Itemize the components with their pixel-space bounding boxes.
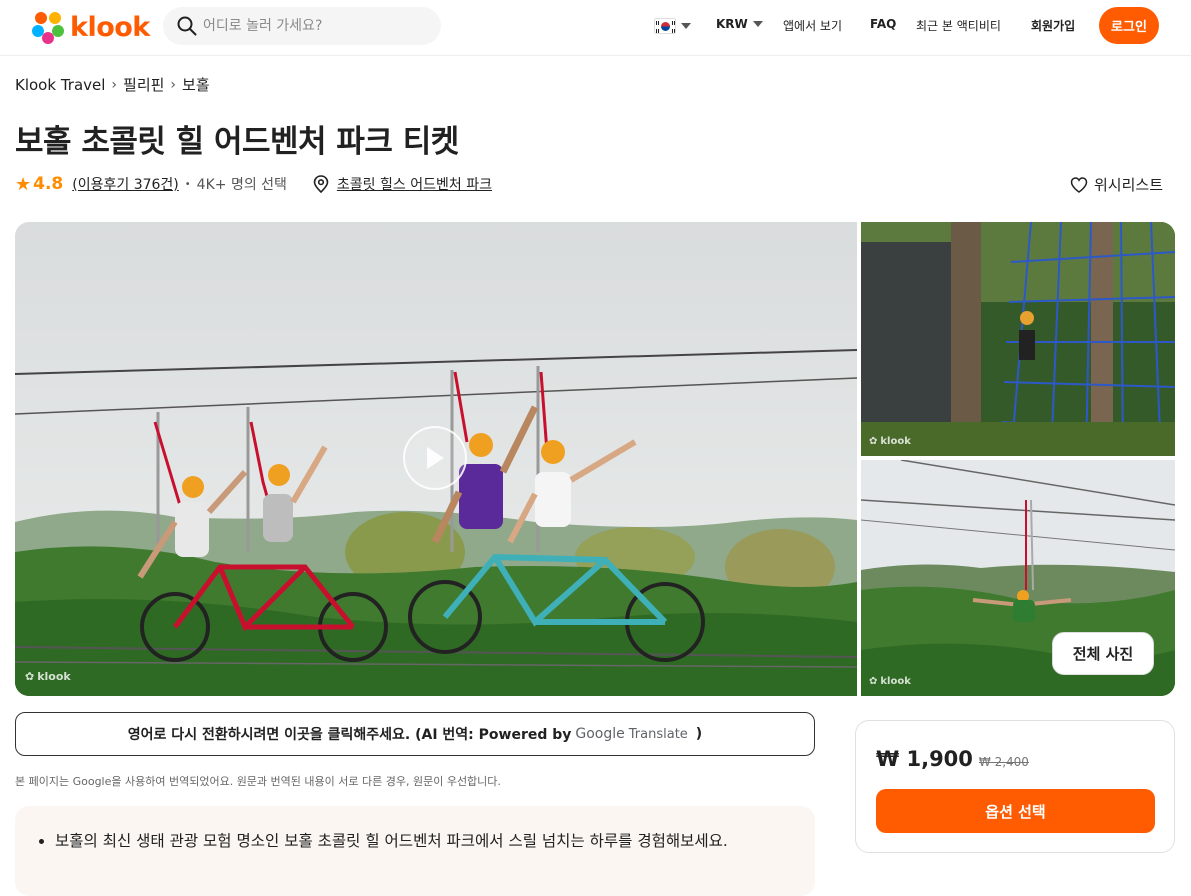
- watermark-logo-icon: ✿: [25, 670, 35, 683]
- rope-net-climb-photo: [861, 222, 1175, 456]
- select-options-button[interactable]: 옵션 선택: [876, 789, 1155, 833]
- play-video-button[interactable]: [403, 426, 467, 490]
- close-paren: ): [695, 726, 703, 742]
- klook-watermark: ✿ klook: [25, 670, 71, 683]
- rating-score: 4.8: [33, 174, 64, 194]
- view-all-photos-button[interactable]: 전체 사진: [1052, 632, 1154, 675]
- currency-label: KRW: [716, 17, 748, 31]
- currency-selector[interactable]: KRW: [716, 17, 763, 31]
- gallery-thumbnail-2[interactable]: ✿ klook 전체 사진: [861, 460, 1175, 696]
- klook-watermark: ✿ klook: [869, 436, 911, 447]
- watermark-logo-icon: ✿: [869, 676, 878, 687]
- klook-logo[interactable]: klook: [30, 9, 150, 45]
- klook-watermark: ✿ klook: [869, 676, 911, 687]
- watermark-logo-icon: ✿: [869, 436, 878, 447]
- current-price: ₩ 1,900: [876, 747, 973, 771]
- breadcrumb: Klook Travel › 필리핀 › 보홀: [15, 74, 210, 95]
- play-icon: [427, 447, 444, 469]
- translate-word: Translate: [628, 726, 688, 742]
- nav-recently-viewed[interactable]: 최근 본 액티비티: [916, 17, 1001, 34]
- klook-logo-icon: [32, 12, 64, 44]
- korea-flag-icon: [654, 18, 676, 34]
- search-bar[interactable]: [163, 7, 441, 45]
- booking-card: ₩ 1,900 ₩ 2,400 옵션 선택: [855, 720, 1175, 853]
- separator-dot: •: [184, 178, 191, 190]
- wishlist-button[interactable]: 위시리스트: [1070, 174, 1163, 195]
- heart-icon: [1070, 176, 1088, 193]
- gallery-thumbnail-1[interactable]: ✿ klook: [861, 222, 1175, 456]
- watermark-text: klook: [880, 676, 911, 687]
- activity-meta: ★ 4.8 (이용후기 376건) • 4K+ 명의 선택 초콜릿 힐스 어드벤…: [15, 172, 492, 196]
- nav-faq[interactable]: FAQ: [870, 17, 896, 31]
- breadcrumb-item-bohol[interactable]: 보홀: [182, 74, 210, 95]
- translate-toggle-button[interactable]: 영어로 다시 전환하시려면 이곳을 클릭해주세요. (AI 번역: Powere…: [15, 712, 815, 756]
- wishlist-label: 위시리스트: [1094, 176, 1164, 194]
- location-link[interactable]: 초콜릿 힐스 어드벤처 파크: [337, 174, 492, 194]
- watermark-text: klook: [37, 670, 71, 683]
- main-video-thumbnail[interactable]: ✿ klook: [15, 222, 857, 696]
- nav-app-link[interactable]: 앱에서 보기: [783, 17, 842, 34]
- reviews-link[interactable]: (이용후기 376건): [72, 174, 179, 194]
- top-header: klook KRW 앱에서 보기 FAQ 최근 본 액티비티 회원가입 로그인: [0, 0, 1191, 56]
- chevron-down-icon: [752, 21, 763, 27]
- breadcrumb-item-klook-travel[interactable]: Klook Travel: [15, 76, 105, 94]
- search-icon: [177, 16, 197, 36]
- breadcrumb-item-philippines[interactable]: 필리핀: [123, 74, 164, 95]
- original-price: ₩ 2,400: [978, 755, 1029, 769]
- language-selector[interactable]: [654, 18, 691, 34]
- nav-signup[interactable]: 회원가입: [1031, 17, 1075, 34]
- search-input[interactable]: [203, 18, 423, 34]
- chevron-right-icon: ›: [170, 76, 177, 93]
- location-pin-icon: [313, 175, 329, 193]
- logo-text: klook: [70, 11, 150, 43]
- translation-disclaimer: 본 페이지는 Google을 사용하여 번역되었어요. 원문과 번역된 내용이 …: [15, 775, 501, 788]
- highlights-box: 보홀의 최신 생태 관광 모험 명소인 보홀 초콜릿 힐 어드벤처 파크에서 스…: [15, 806, 815, 896]
- watermark-text: klook: [880, 436, 911, 447]
- price-row: ₩ 1,900 ₩ 2,400: [876, 747, 1029, 771]
- booked-count: 4K+ 명의 선택: [196, 177, 287, 193]
- translate-button-text: 영어로 다시 전환하시려면 이곳을 클릭해주세요. (AI 번역: Powere…: [127, 727, 572, 743]
- page-title: 보홀 초콜릿 힐 어드벤처 파크 티켓: [15, 124, 459, 160]
- login-button[interactable]: 로그인: [1099, 7, 1159, 44]
- google-logo: Google: [575, 726, 625, 742]
- star-icon: ★: [15, 173, 32, 195]
- chevron-right-icon: ›: [111, 76, 118, 93]
- highlight-item: 보홀의 최신 생태 관광 모험 명소인 보홀 초콜릿 힐 어드벤처 파크에서 스…: [55, 828, 735, 854]
- chevron-down-icon: [681, 23, 691, 29]
